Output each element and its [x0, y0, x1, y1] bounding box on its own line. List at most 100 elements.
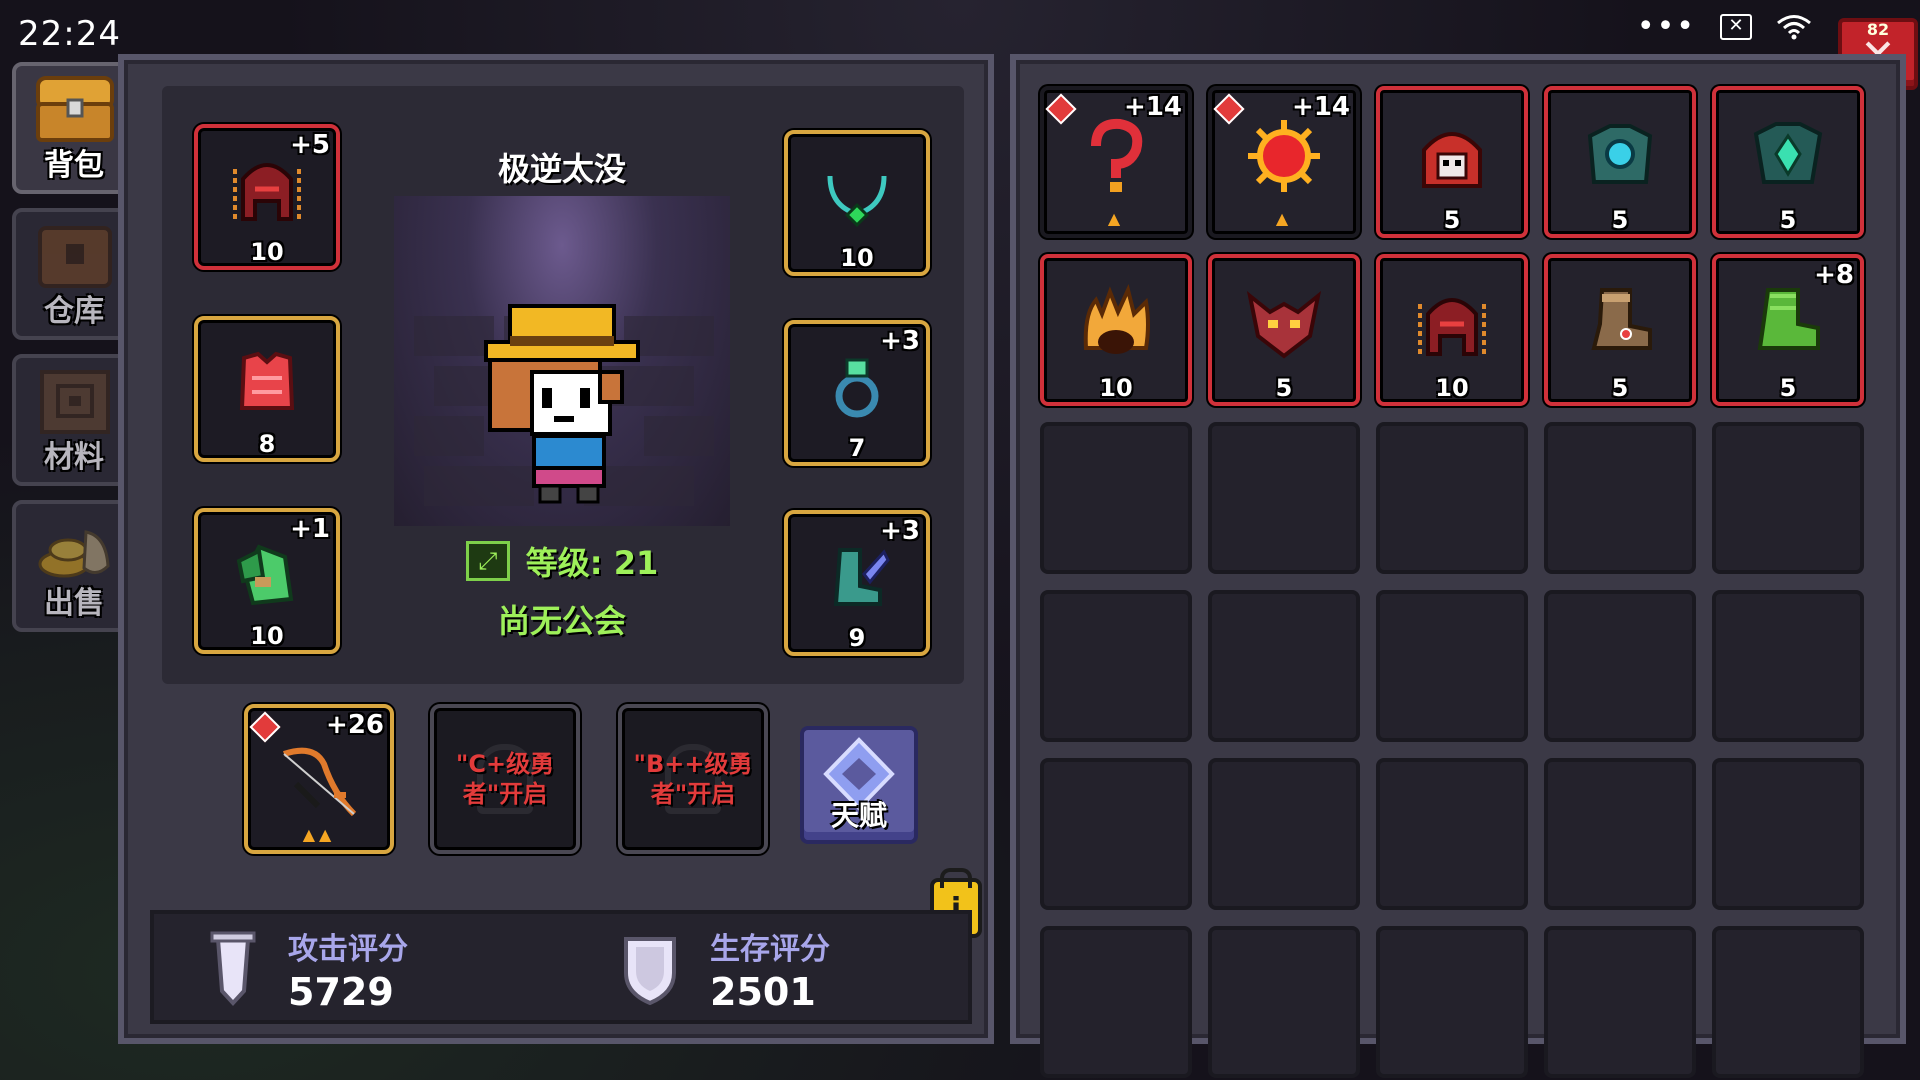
ice-boot-icon [833, 548, 890, 607]
empty-inventory-slot[interactable] [1040, 422, 1192, 574]
inventory-item[interactable]: 5 [1376, 86, 1528, 238]
empty-inventory-slot[interactable] [1712, 758, 1864, 910]
empty-inventory-slot[interactable] [1712, 926, 1864, 1078]
emerald-ring-icon [835, 358, 879, 418]
bow-icon [283, 747, 357, 817]
red-armor-icon [239, 352, 295, 411]
item-level: 5 [1611, 374, 1629, 402]
boots-slot[interactable]: +3 9 [784, 510, 930, 656]
item-level: 7 [848, 434, 866, 462]
status-icons: ••• ✕ [1636, 9, 1812, 44]
unlock-requirement: "C+级勇者"开启 [455, 750, 555, 808]
nav-label: 背包 [44, 148, 104, 183]
item-level: 5 [1443, 206, 1461, 234]
inventory-item[interactable]: +8 5 [1712, 254, 1864, 406]
unlock-requirement: "B++级勇者"开启 [633, 750, 753, 808]
rarity-stars: ▲▲ [302, 825, 336, 844]
gloves-slot[interactable]: +1 10 [194, 508, 340, 654]
equipment-area: +5 10 8 +1 10 极逆太没 ⤢ 等级: 21 尚无公会 10 +3 7… [162, 86, 964, 684]
empty-inventory-slot[interactable] [1040, 926, 1192, 1078]
hero-level: ⤢ 等级: 21 [392, 538, 732, 584]
item-level: 10 [840, 244, 874, 272]
inventory-item[interactable]: 5 [1208, 254, 1360, 406]
character-panel: +5 10 8 +1 10 极逆太没 ⤢ 等级: 21 尚无公会 10 +3 7… [118, 54, 994, 1044]
chain-helmet-icon [1418, 298, 1486, 357]
inventory-item[interactable]: 10 [1040, 254, 1192, 406]
empty-inventory-slot[interactable] [1544, 926, 1696, 1078]
necklace-slot[interactable]: 10 [784, 130, 930, 276]
score-area: 攻击评分 5729 生存评分 2501 [150, 910, 972, 1024]
empty-inventory-slot[interactable] [1376, 590, 1528, 742]
moss-boot-icon [1757, 288, 1820, 351]
green-glove-icon [236, 544, 294, 606]
survival-score: 生存评分 2501 [620, 924, 830, 1014]
level-up-icon[interactable]: ⤢ [465, 541, 510, 581]
talent-label: 天赋 [830, 799, 887, 832]
empty-inventory-slot[interactable] [1376, 926, 1528, 1078]
status-time: 22:24 [18, 14, 121, 54]
nav-label: 仓库 [44, 294, 104, 329]
attack-score-value: 5729 [288, 970, 394, 1014]
armor-slot[interactable]: 8 [194, 316, 340, 462]
level-label: 等级: 21 [525, 544, 659, 582]
teal-armor-icon [1587, 124, 1653, 185]
empty-inventory-slot[interactable] [1376, 422, 1528, 574]
enhance-level: +3 [880, 326, 920, 356]
empty-inventory-slot[interactable] [1208, 758, 1360, 910]
rarity-stars: ▲ [1107, 209, 1125, 228]
sword-icon [210, 931, 256, 1006]
fire-hair-icon [1083, 284, 1150, 355]
item-level: 5 [1611, 206, 1629, 234]
helmet-slot[interactable]: +5 10 [194, 124, 340, 270]
empty-inventory-slot[interactable] [1376, 758, 1528, 910]
empty-inventory-slot[interactable] [1040, 590, 1192, 742]
survival-score-value: 2501 [710, 970, 816, 1014]
item-level: 10 [250, 622, 284, 650]
item-level: 5 [1779, 374, 1797, 402]
inventory-item[interactable]: 10 [1376, 254, 1528, 406]
hero-portrait [394, 196, 730, 526]
item-level: 5 [1275, 374, 1293, 402]
ring-slot[interactable]: +3 7 [784, 320, 930, 466]
emerald-necklace-icon [827, 176, 887, 228]
inventory-item[interactable]: 5 [1712, 86, 1864, 238]
no-sim-icon: ✕ [1720, 14, 1752, 40]
warehouse-icon [38, 226, 112, 288]
more-dots-icon: ••• [1636, 9, 1696, 44]
inventory-item[interactable]: +14 ▲ [1208, 86, 1360, 238]
inventory-item[interactable]: +14 ▲ [1040, 86, 1192, 238]
hero-sprite [414, 304, 714, 506]
rune-gem-icon [1213, 93, 1245, 125]
item-level: 10 [1099, 374, 1133, 402]
sell-gold-icon [38, 530, 110, 578]
inventory-grid: +14 ▲ +14 ▲ 5 5 5 10 5 10 5 +8 5 [1040, 86, 1882, 1078]
item-level: 10 [250, 238, 284, 266]
skull-hood-icon [1422, 132, 1482, 189]
inventory-item[interactable]: 5 [1544, 254, 1696, 406]
guild-status: 尚无公会 [497, 602, 626, 640]
empty-inventory-slot[interactable] [1208, 926, 1360, 1078]
empty-inventory-slot[interactable] [1040, 758, 1192, 910]
weapon-slot[interactable]: +26 ▲▲ [244, 704, 394, 854]
hero-name: 极逆太没 [497, 150, 626, 188]
talent-button[interactable]: 天赋 [800, 726, 918, 844]
inventory-panel: +14 ▲ +14 ▲ 5 5 5 10 5 10 5 +8 5 [1010, 54, 1906, 1078]
attack-score: 攻击评分 5729 [208, 924, 408, 1014]
battery-level: 82 [1866, 20, 1890, 39]
empty-inventory-slot[interactable] [1208, 590, 1360, 742]
empty-inventory-slot[interactable] [1712, 590, 1864, 742]
empty-inventory-slot[interactable] [1712, 422, 1864, 574]
nav-label: 材料 [44, 440, 104, 475]
leather-boot-icon [1591, 288, 1652, 351]
empty-inventory-slot[interactable] [1544, 758, 1696, 910]
locked-weapon-slot-2[interactable]: "B++级勇者"开启 [618, 704, 768, 854]
empty-inventory-slot[interactable] [1208, 422, 1360, 574]
chest-icon [36, 76, 114, 142]
inventory-item[interactable]: 5 [1544, 86, 1696, 238]
survival-score-label: 生存评分 [710, 932, 830, 967]
locked-weapon-slot-1[interactable]: "C+级勇者"开启 [430, 704, 580, 854]
empty-inventory-slot[interactable] [1544, 590, 1696, 742]
empty-inventory-slot[interactable] [1544, 422, 1696, 574]
chain-helmet-icon [233, 163, 301, 222]
rune-gem-icon [1045, 93, 1077, 125]
